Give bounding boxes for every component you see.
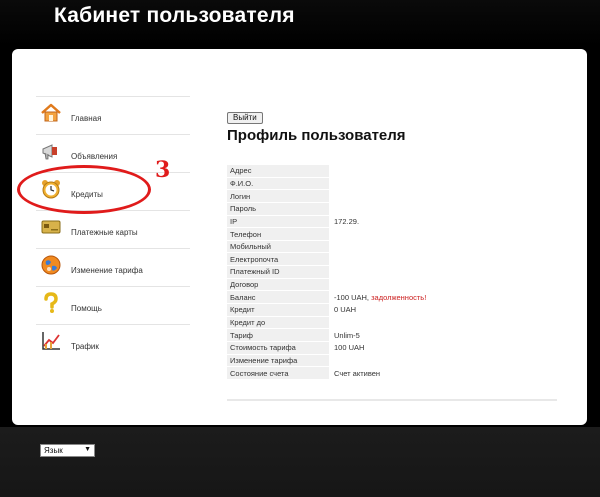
table-row: Мобильный xyxy=(227,240,557,254)
sidebar-item-label: Трафик xyxy=(71,342,99,351)
table-row: Тариф Unlim-5 xyxy=(227,329,557,342)
table-row: Изменение тарифа xyxy=(227,354,557,368)
profile-key: Договор xyxy=(227,278,331,292)
profile-value: Unlim-5 xyxy=(331,329,557,342)
table-row: Телефон xyxy=(227,228,557,241)
language-select[interactable]: Язык ▼ xyxy=(40,444,95,457)
megaphone-icon xyxy=(40,140,62,162)
content-divider xyxy=(227,399,557,401)
profile-value xyxy=(331,240,557,254)
debt-warning: задолженность! xyxy=(371,292,427,302)
profile-key: IP xyxy=(227,215,331,229)
table-row: Електропочта xyxy=(227,253,557,267)
profile-value: Счет активен xyxy=(331,367,557,380)
sidebar-item-traffic[interactable]: Трафик xyxy=(36,324,190,362)
page-title: Кабинет пользователя xyxy=(54,4,295,27)
question-icon xyxy=(40,292,62,314)
table-row: Стоимость тарифа 100 UAH xyxy=(227,341,557,355)
profile-key: Платежный ID xyxy=(227,266,331,279)
table-row: Состояние счета Счет активен xyxy=(227,367,557,380)
sidebar-item-payment-cards[interactable]: Платежные карты xyxy=(36,210,190,248)
sidebar-item-label: Главная xyxy=(71,114,102,123)
profile-key: Мобильный xyxy=(227,240,331,254)
profile-value: -100 UAH, задолженность! xyxy=(331,291,557,305)
sidebar: Главная Объявления Кредиты Платежные кар… xyxy=(36,96,190,362)
profile-key: Телефон xyxy=(227,228,331,241)
profile-key: Состояние счета xyxy=(227,367,331,380)
sidebar-item-label: Объявления xyxy=(71,152,118,161)
profile-key: Стоимость тарифа xyxy=(227,341,331,355)
sidebar-item-help[interactable]: Помощь xyxy=(36,286,190,324)
profile-key: Адрес xyxy=(227,165,331,178)
annotation-ellipse xyxy=(17,165,151,214)
globe-icon xyxy=(40,254,62,276)
profile-key: Кредит до xyxy=(227,316,331,330)
page-header: Кабинет пользователя xyxy=(0,0,600,46)
profile-key: Логин xyxy=(227,190,331,203)
profile-key: Изменение тарифа xyxy=(227,354,331,368)
profile-value xyxy=(331,165,557,178)
traffic-chart-icon xyxy=(40,330,62,352)
profile-value xyxy=(331,190,557,203)
profile-value xyxy=(331,266,557,279)
table-row: Пароль xyxy=(227,202,557,216)
footer xyxy=(0,427,600,497)
profile-key: Ф.И.О. xyxy=(227,177,331,191)
profile-value xyxy=(331,316,557,330)
balance-amount: -100 UAH, xyxy=(334,292,370,302)
profile-table: Адрес Ф.И.О. Логин Пароль IP 172.29. Тел… xyxy=(227,165,557,380)
profile-value xyxy=(331,228,557,241)
profile-value: 0 UAH xyxy=(331,304,557,317)
table-row: Кредит до xyxy=(227,316,557,330)
table-row: Баланс -100 UAH, задолженность! xyxy=(227,291,557,305)
profile-value: 100 UAH xyxy=(331,341,557,355)
profile-key: Пароль xyxy=(227,202,331,216)
sidebar-item-label: Платежные карты xyxy=(71,228,138,237)
chevron-down-icon: ▼ xyxy=(84,446,91,453)
table-row: Кредит 0 UAH xyxy=(227,304,557,317)
table-row: IP 172.29. xyxy=(227,215,557,229)
table-row: Договор xyxy=(227,278,557,292)
profile-value xyxy=(331,253,557,267)
profile-value xyxy=(331,354,557,368)
payment-card-icon xyxy=(40,216,62,238)
logout-button[interactable]: Выйти xyxy=(227,112,263,124)
profile-key: Кредит xyxy=(227,304,331,317)
profile-key: Електропочта xyxy=(227,253,331,267)
table-row: Платежный ID xyxy=(227,266,557,279)
sidebar-item-home[interactable]: Главная xyxy=(36,96,190,134)
profile-value: 172.29. xyxy=(331,215,557,229)
home-icon xyxy=(40,102,62,124)
table-row: Логин xyxy=(227,190,557,203)
table-row: Ф.И.О. xyxy=(227,177,557,191)
sidebar-item-change-tariff[interactable]: Изменение тарифа xyxy=(36,248,190,286)
profile-value xyxy=(331,278,557,292)
profile-key: Тариф xyxy=(227,329,331,342)
language-select-label: Язык xyxy=(44,446,63,455)
sidebar-item-label: Изменение тарифа xyxy=(71,266,143,275)
sidebar-item-label: Помощь xyxy=(71,304,102,313)
profile-key: Баланс xyxy=(227,291,331,305)
annotation-number: 3 xyxy=(155,157,171,183)
profile-value xyxy=(331,177,557,191)
table-row: Адрес xyxy=(227,165,557,178)
profile-title: Профиль пользователя xyxy=(227,127,406,144)
profile-value xyxy=(331,202,557,216)
